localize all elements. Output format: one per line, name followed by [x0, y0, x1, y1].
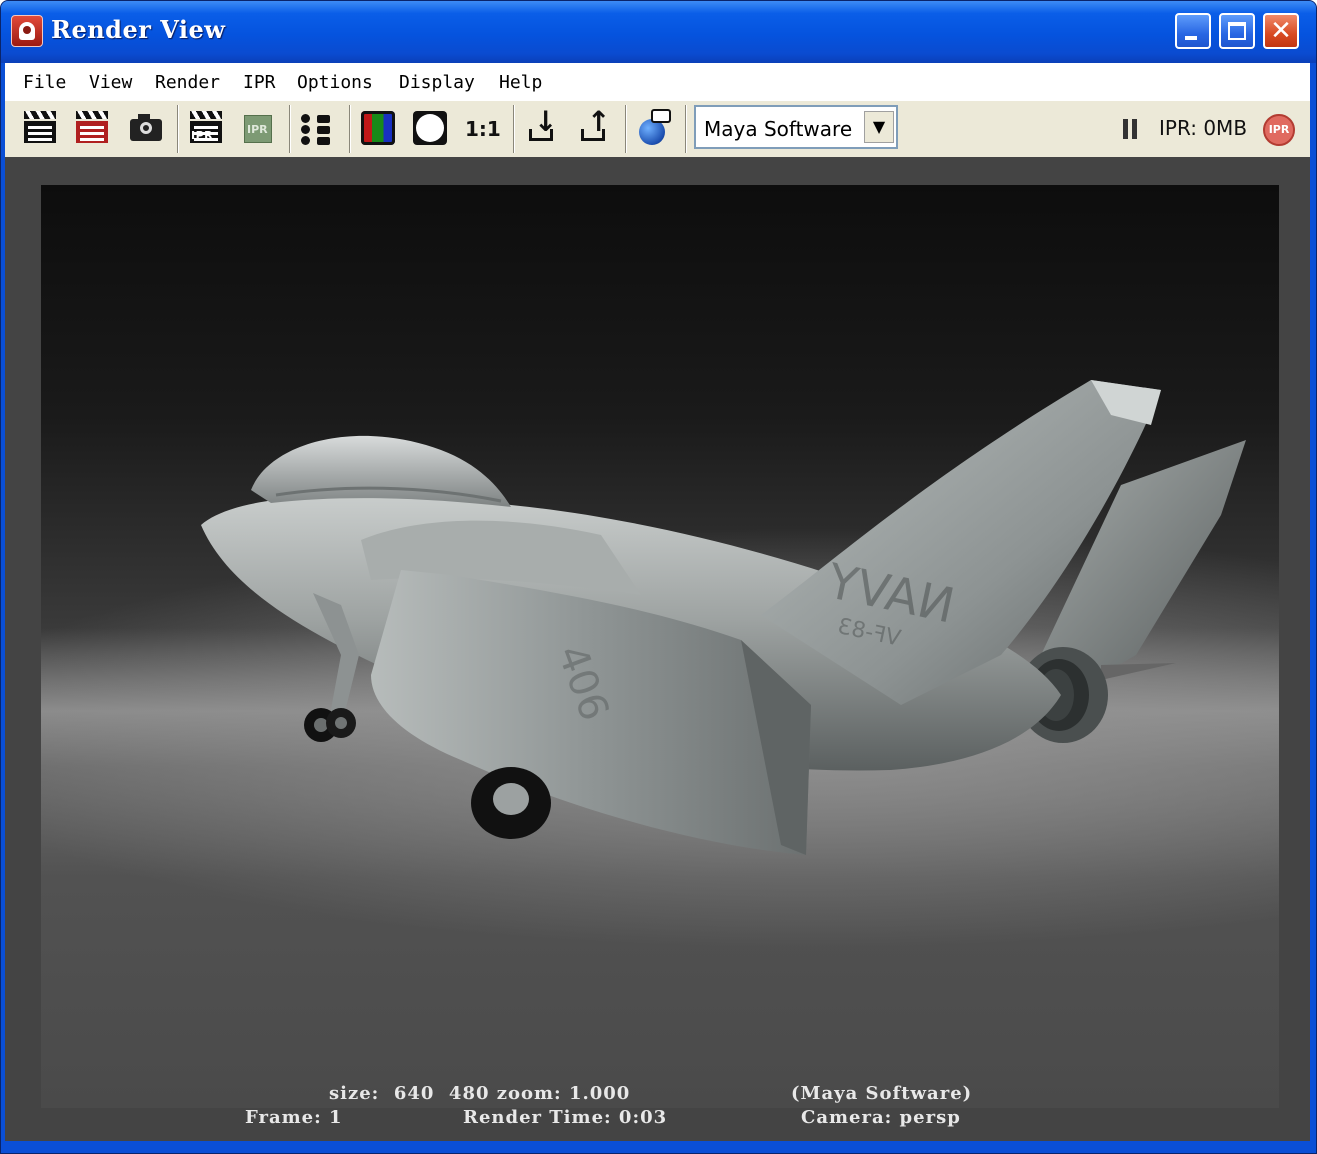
toolbar-separator [177, 105, 179, 153]
title-bar[interactable]: Render View ✕ [1, 1, 1316, 63]
menu-bar: File View Render IPR Options Display Hel… [5, 63, 1310, 101]
ipr-badge-icon[interactable]: IPR [1263, 114, 1295, 146]
render-viewport[interactable]: NAVY VF-83 406 size: 640 480 zoom: 1.000… [5, 157, 1310, 1141]
menu-options[interactable]: Options [297, 72, 373, 93]
menu-help[interactable]: Help [499, 72, 542, 93]
camera-info: Camera: persp [801, 1107, 961, 1128]
minimize-button[interactable] [1175, 13, 1211, 49]
ipr-label: IPR [191, 129, 214, 142]
close-icon: ✕ [1270, 16, 1292, 46]
toolbar: IPR IPR 1:1 Maya Software ▼ IPR [5, 101, 1310, 158]
redo-previous-render-icon[interactable] [21, 109, 59, 147]
toolbar-separator [289, 105, 291, 153]
render-diagnostics-icon[interactable] [635, 109, 673, 147]
toolbar-separator [685, 105, 687, 153]
render-settings-icon[interactable] [299, 109, 337, 147]
maximize-icon [1228, 22, 1246, 40]
refresh-ipr-icon[interactable]: IPR [239, 109, 277, 147]
toolbar-separator [625, 105, 627, 153]
renderer-dropdown[interactable]: Maya Software ▼ [694, 105, 898, 149]
window-bottom-border [5, 1141, 1310, 1153]
render-size-info: size: 640 480 zoom: 1.000 [329, 1083, 631, 1104]
menu-display[interactable]: Display [399, 72, 475, 93]
rendered-image[interactable]: NAVY VF-83 406 size: 640 480 zoom: 1.000… [41, 185, 1279, 1108]
menu-render[interactable]: Render [155, 72, 220, 93]
maya-app-icon[interactable] [11, 15, 43, 47]
frame-info: Frame: 1 [245, 1107, 343, 1128]
render-region-icon[interactable] [73, 109, 111, 147]
pause-icon[interactable] [1123, 119, 1139, 139]
renderer-info: (Maya Software) [791, 1083, 973, 1104]
menu-file[interactable]: File [23, 72, 66, 93]
render-time-info: Render Time: 0:03 [463, 1107, 668, 1128]
display-rgb-channels-icon[interactable] [359, 109, 397, 147]
menu-view[interactable]: View [89, 72, 132, 93]
renderer-value: Maya Software [704, 117, 853, 141]
chevron-down-icon[interactable]: ▼ [864, 111, 894, 143]
remove-image-icon[interactable] [575, 105, 613, 147]
ipr-memory-status: IPR: 0MB [1159, 116, 1248, 140]
toolbar-separator [513, 105, 515, 153]
minimize-icon [1185, 36, 1197, 40]
jet-render-illustration: NAVY VF-83 406 [201, 380, 1246, 855]
keep-image-icon[interactable] [523, 105, 561, 147]
ipr-render-icon[interactable]: IPR [187, 109, 225, 147]
ipr-label: IPR [247, 123, 268, 136]
render-view-window: Render View ✕ File View Render IPR Optio… [0, 0, 1317, 1154]
snapshot-icon[interactable] [127, 109, 165, 147]
real-size-label: 1:1 [465, 117, 501, 141]
toolbar-separator [349, 105, 351, 153]
window-title: Render View [51, 15, 226, 44]
maximize-button[interactable] [1219, 13, 1255, 49]
menu-ipr[interactable]: IPR [243, 72, 276, 93]
close-button[interactable]: ✕ [1263, 13, 1299, 49]
display-alpha-channel-icon[interactable] [411, 109, 449, 147]
real-size-icon[interactable]: 1:1 [463, 109, 501, 147]
